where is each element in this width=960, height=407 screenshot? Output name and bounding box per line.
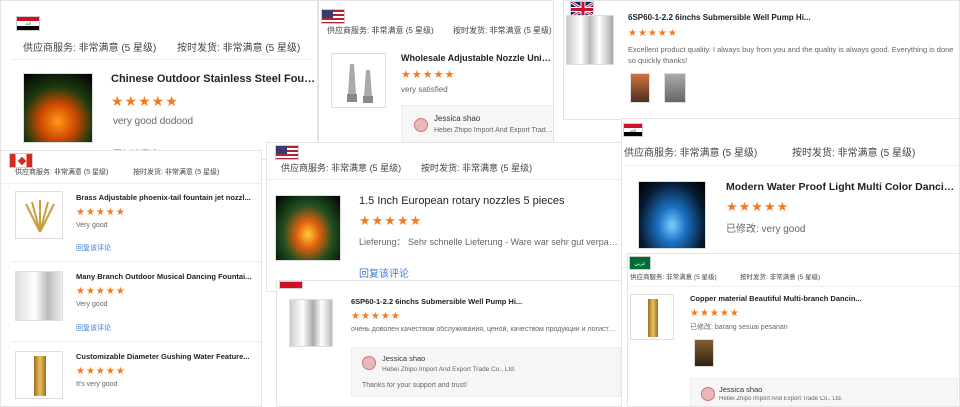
iraq-flag-icon: الله bbox=[623, 123, 643, 137]
review-card-5: 供应商服务: 非常满意 (5 星级) 按时发货: 非常满意 (5 星级) 1.5… bbox=[266, 142, 622, 292]
supplier-service-rating: 供应商服务: 非常满意 (5 星级) bbox=[23, 43, 157, 54]
reply-link[interactable]: 回复该评论 bbox=[76, 323, 111, 333]
rating-stars: ★★★★★ bbox=[690, 308, 740, 319]
product-thumbnail[interactable] bbox=[23, 73, 93, 143]
product-thumbnail[interactable] bbox=[15, 271, 63, 321]
reply-author: Jessica shao bbox=[719, 385, 763, 394]
review-comment: очень доволен качеством обслуживания, це… bbox=[351, 326, 619, 333]
review-comment: Lieferung： Sehr schnelle Lieferung - War… bbox=[359, 237, 621, 247]
review-photo[interactable] bbox=[694, 339, 714, 367]
review-comment: very satisfied bbox=[401, 85, 448, 94]
review-comment: 已修改: very good bbox=[726, 224, 806, 235]
supplier-service-rating: 供应商服务: 非常满意 (5 星级) bbox=[327, 26, 434, 35]
reply-company: Hebei Zhipo Import And Export Trade Co.,… bbox=[719, 396, 843, 402]
red-flag-icon bbox=[279, 281, 303, 289]
review-photo-2[interactable] bbox=[664, 73, 686, 103]
on-time-delivery-rating: 按时发货: 非常满意 (5 星级) bbox=[133, 169, 220, 176]
uk-flag-icon bbox=[570, 1, 594, 16]
product-title[interactable]: 6SP60-1-2.2 6inchs Submersible Well Pump… bbox=[351, 297, 611, 306]
review-photo-1[interactable] bbox=[630, 73, 650, 103]
reply-link[interactable]: 回复该评论 bbox=[359, 265, 409, 280]
saudi-flag-icon: عربي bbox=[629, 256, 651, 270]
review-comment: Excellent product quality. I always buy … bbox=[628, 45, 954, 65]
product-title[interactable]: Many Branch Outdoor Musical Dancing Foun… bbox=[76, 272, 260, 281]
reply-text: Thanks for your support and trust! bbox=[362, 382, 468, 389]
rating-stars: ★★★★★ bbox=[401, 69, 456, 81]
supplier-reply: Jessica shao Hebei Zhipo Import And Expo… bbox=[401, 105, 554, 145]
review-card-3: 6SP60-1-2.2 6inchs Submersible Well Pump… bbox=[563, 0, 960, 120]
product-thumbnail[interactable] bbox=[630, 294, 674, 340]
reply-company: Hebei Zhipo Import And Export Trade Co. bbox=[434, 127, 554, 134]
review-card-4: 供应商服务: 非常满意 (5 星级) 按时发货: 非常满意 (5 星级) Bra… bbox=[0, 150, 262, 407]
on-time-delivery-rating: 按时发货: 非常满意 (5 星级) bbox=[453, 26, 552, 35]
supplier-service-rating: 供应商服务: 非常满意 (5 星级) bbox=[15, 169, 109, 176]
usa-flag-icon bbox=[275, 145, 299, 160]
product-title[interactable]: Chinese Outdoor Stainless Steel Fountain bbox=[111, 73, 316, 85]
rating-stars: ★★★★★ bbox=[76, 366, 126, 377]
reply-link[interactable]: 回复该评论 bbox=[76, 243, 111, 253]
supplier-reply: Jessica shao Hebei Zhipo Import And Expo… bbox=[351, 347, 621, 397]
supplier-service-rating: 供应商服务: 非常满意 (5 星级) bbox=[281, 163, 402, 173]
review-comment: very good dodood bbox=[113, 116, 194, 127]
supplier-service-rating: 供应商服务: 非常满意 (5 星级) bbox=[630, 274, 717, 281]
supplier-service-rating: 供应商服务: 非常满意 (5 星级) bbox=[624, 148, 758, 159]
on-time-delivery-rating: 按时发货: 非常满意 (5 星级) bbox=[740, 274, 821, 281]
product-thumbnail[interactable] bbox=[289, 299, 333, 347]
review-card-6: 6SP60-1-2.2 6inchs Submersible Well Pump… bbox=[276, 280, 622, 407]
reply-company: Hebei Zhipo Import And Export Trade Co.,… bbox=[382, 366, 516, 373]
review-card-7: الله 供应商服务: 非常满意 (5 星级) 按时发货: 非常满意 (5 星级… bbox=[621, 118, 960, 268]
product-title[interactable]: Wholesale Adjustable Nozzle Universal bbox=[401, 53, 551, 63]
supplier-reply: Jessica shao Hebei Zhipo Import And Expo… bbox=[690, 378, 958, 406]
avatar bbox=[362, 356, 376, 370]
reply-author: Jessica shao bbox=[434, 114, 481, 123]
on-time-delivery-rating: 按时发货: 非常满意 (5 星级) bbox=[177, 43, 301, 54]
review-card-8: عربي 供应商服务: 非常满意 (5 星级) 按时发货: 非常满意 (5 星级… bbox=[627, 253, 960, 407]
product-thumbnail[interactable] bbox=[15, 351, 63, 399]
review-card-2: 供应商服务: 非常满意 (5 星级) 按时发货: 非常满意 (5 星级) Who… bbox=[318, 0, 554, 148]
on-time-delivery-rating: 按时发货: 非常满意 (5 星级) bbox=[421, 163, 533, 173]
reply-author: Jessica shao bbox=[382, 354, 426, 363]
product-thumbnail[interactable] bbox=[331, 53, 386, 108]
product-thumbnail[interactable] bbox=[638, 181, 706, 249]
product-thumbnail[interactable] bbox=[566, 15, 614, 65]
product-title[interactable]: Modern Water Proof Light Multi Color Dan… bbox=[726, 181, 958, 193]
rating-stars: ★★★★★ bbox=[726, 199, 790, 214]
rating-stars: ★★★★★ bbox=[359, 213, 423, 228]
rating-stars: ★★★★★ bbox=[111, 93, 179, 109]
review-comment: 已修改: barang sesuai pesanan bbox=[690, 324, 788, 331]
review-comment: Very good bbox=[76, 301, 108, 308]
product-thumbnail[interactable] bbox=[275, 195, 341, 261]
product-title[interactable]: Customizable Diameter Gushing Water Feat… bbox=[76, 352, 260, 361]
avatar bbox=[701, 387, 715, 401]
review-comment: It's very good bbox=[76, 381, 118, 388]
rating-stars: ★★★★★ bbox=[76, 286, 126, 297]
canada-flag-icon bbox=[9, 153, 33, 168]
product-thumbnail[interactable] bbox=[15, 191, 63, 239]
product-title[interactable]: 6SP60-1-2.2 6inchs Submersible Well Pump… bbox=[628, 13, 958, 22]
review-comment: Very good bbox=[76, 222, 108, 229]
rating-stars: ★★★★★ bbox=[628, 28, 678, 39]
product-title[interactable]: Brass Adjustable phoenix-tail fountain j… bbox=[76, 193, 260, 202]
avatar bbox=[414, 118, 428, 132]
product-title[interactable]: 1.5 Inch European rotary nozzles 5 piece… bbox=[359, 195, 619, 207]
product-title[interactable]: Copper material Beautiful Multi-branch D… bbox=[690, 294, 958, 303]
rating-stars: ★★★★★ bbox=[351, 311, 401, 322]
usa-flag-icon bbox=[321, 9, 345, 24]
iraq-flag-icon: الله bbox=[16, 16, 40, 31]
on-time-delivery-rating: 按时发货: 非常满意 (5 星级) bbox=[792, 148, 916, 159]
review-card-1: الله 供应商服务: 非常满意 (5 星级) 按时发货: 非常满意 (5 星级… bbox=[0, 0, 318, 160]
rating-stars: ★★★★★ bbox=[76, 207, 126, 218]
